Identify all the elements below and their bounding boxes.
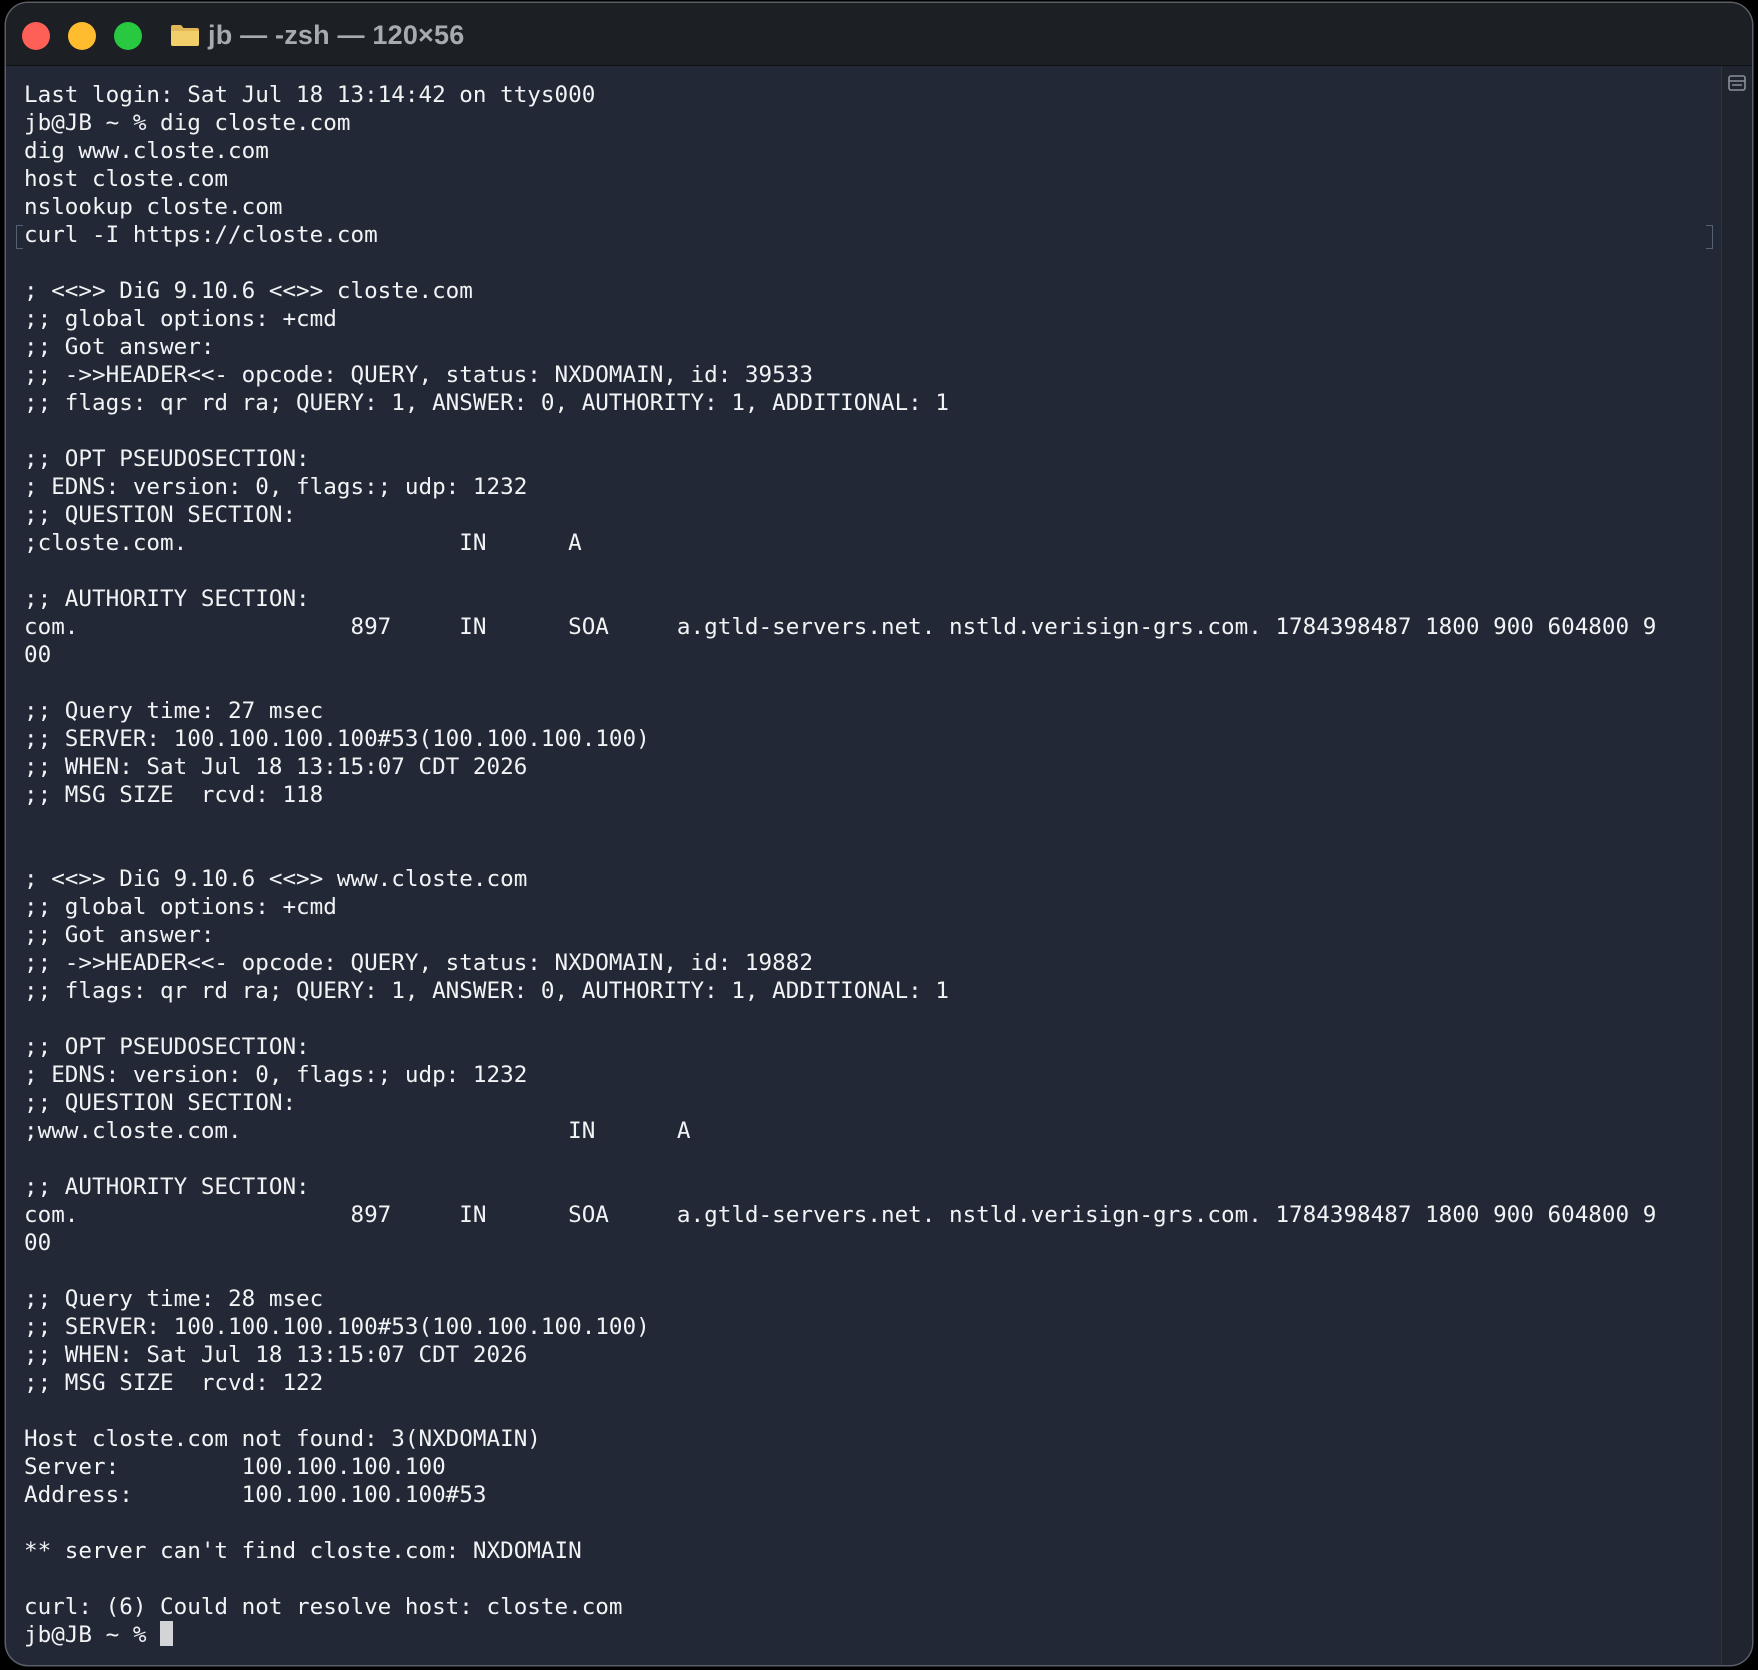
folder-icon — [171, 25, 199, 46]
minimize-button[interactable] — [68, 22, 96, 50]
text-cursor — [160, 1621, 174, 1646]
scrollbar-track[interactable] — [1721, 66, 1752, 1665]
terminal-output: Last login: Sat Jul 18 13:14:42 on ttys0… — [24, 82, 1657, 1620]
terminal-content[interactable]: Last login: Sat Jul 18 13:14:42 on ttys0… — [24, 81, 1724, 1649]
split-pane-icon[interactable] — [1728, 75, 1746, 91]
window-title-group: jb — -zsh — 120×56 — [170, 17, 464, 53]
close-button[interactable] — [22, 22, 50, 50]
shell-prompt: jb@JB ~ % — [24, 1622, 161, 1648]
terminal-window: jb — -zsh — 120×56 Last login: Sat Jul 1… — [6, 3, 1752, 1665]
selection-bracket-left — [16, 225, 23, 249]
maximize-button[interactable] — [114, 22, 142, 50]
title-bar[interactable]: jb — -zsh — 120×56 — [6, 3, 1752, 66]
window-title: jb — -zsh — 120×56 — [208, 19, 465, 50]
